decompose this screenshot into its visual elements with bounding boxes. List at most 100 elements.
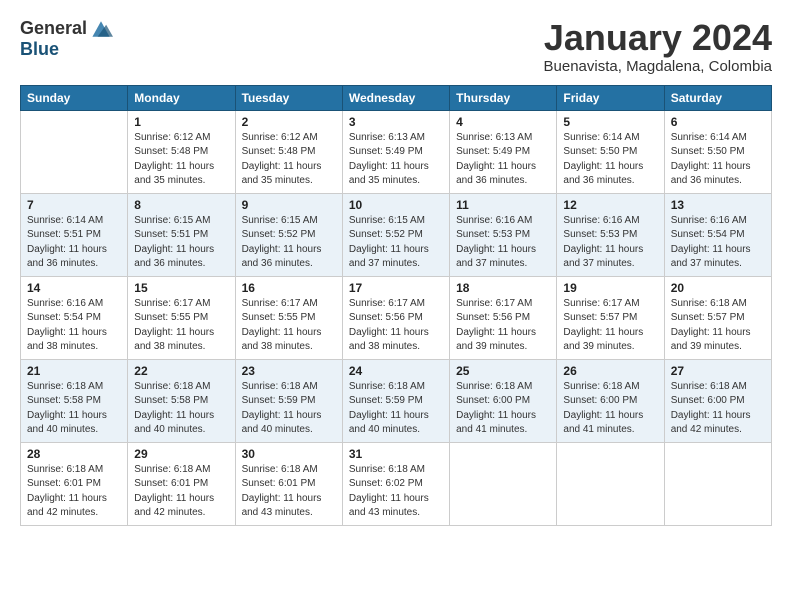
- table-row: 19 Sunrise: 6:17 AM Sunset: 5:57 PM Dayli…: [557, 276, 664, 359]
- day-info: Sunrise: 6:18 AM Sunset: 6:01 PM Dayligh…: [242, 463, 336, 521]
- table-row: 28 Sunrise: 6:18 AM Sunset: 6:01 PM Dayli…: [21, 442, 128, 525]
- location: Buenavista, Magdalena, Colombia: [544, 58, 772, 75]
- header: General Blue January 2024 Buenavista, Ma…: [20, 18, 772, 75]
- day-number: 3: [349, 115, 443, 129]
- day-info: Sunrise: 6:16 AM Sunset: 5:54 PM Dayligh…: [27, 297, 121, 355]
- week-row-2: 7Sunrise: 6:14 AM Sunset: 5:51 PM Daylig…: [21, 193, 772, 276]
- day-number: 15: [134, 281, 228, 295]
- table-row: 11Sunrise: 6:16 AM Sunset: 5:53 PM Dayli…: [450, 193, 557, 276]
- day-info: Sunrise: 6:18 AM Sunset: 6:02 PM Dayligh…: [349, 463, 443, 521]
- logo: General Blue: [20, 18, 113, 60]
- day-info: Sunrise: 6:15 AM Sunset: 5:52 PM Dayligh…: [242, 214, 336, 272]
- day-number: 28: [27, 447, 121, 461]
- day-number: 27: [671, 364, 765, 378]
- day-number: 26: [563, 364, 657, 378]
- page: General Blue January 2024 Buenavista, Ma…: [0, 0, 792, 538]
- table-row: 23Sunrise: 6:18 AM Sunset: 5:59 PM Dayli…: [235, 359, 342, 442]
- day-number: 18: [456, 281, 550, 295]
- table-row: 18 Sunrise: 6:17 AM Sunset: 5:56 PM Dayli…: [450, 276, 557, 359]
- table-row: 3 Sunrise: 6:13 AM Sunset: 5:49 PM Daylig…: [342, 110, 449, 193]
- table-row: 16Sunrise: 6:17 AM Sunset: 5:55 PM Dayli…: [235, 276, 342, 359]
- day-info: Sunrise: 6:17 AM Sunset: 5:55 PM Dayligh…: [134, 297, 228, 355]
- day-number: 25: [456, 364, 550, 378]
- col-tuesday: Tuesday: [235, 85, 342, 110]
- table-row: 21Sunrise: 6:18 AM Sunset: 5:58 PM Dayli…: [21, 359, 128, 442]
- day-number: 5: [563, 115, 657, 129]
- day-info: Sunrise: 6:18 AM Sunset: 6:01 PM Dayligh…: [27, 463, 121, 521]
- day-info: Sunrise: 6:13 AM Sunset: 5:49 PM Dayligh…: [349, 131, 443, 189]
- day-info: Sunrise: 6:14 AM Sunset: 5:50 PM Dayligh…: [671, 131, 765, 189]
- table-row: 30Sunrise: 6:18 AM Sunset: 6:01 PM Dayli…: [235, 442, 342, 525]
- day-info: Sunrise: 6:18 AM Sunset: 6:00 PM Dayligh…: [456, 380, 550, 438]
- day-info: Sunrise: 6:16 AM Sunset: 5:53 PM Dayligh…: [456, 214, 550, 272]
- col-friday: Friday: [557, 85, 664, 110]
- day-number: 8: [134, 198, 228, 212]
- day-info: Sunrise: 6:17 AM Sunset: 5:57 PM Dayligh…: [563, 297, 657, 355]
- day-info: Sunrise: 6:18 AM Sunset: 5:59 PM Dayligh…: [349, 380, 443, 438]
- week-row-5: 28 Sunrise: 6:18 AM Sunset: 6:01 PM Dayli…: [21, 442, 772, 525]
- day-number: 10: [349, 198, 443, 212]
- table-row: 26 Sunrise: 6:18 AM Sunset: 6:00 PM Dayli…: [557, 359, 664, 442]
- day-info: Sunrise: 6:12 AM Sunset: 5:48 PM Dayligh…: [134, 131, 228, 189]
- day-number: 14: [27, 281, 121, 295]
- day-number: 13: [671, 198, 765, 212]
- day-info: Sunrise: 6:18 AM Sunset: 5:57 PM Dayligh…: [671, 297, 765, 355]
- col-wednesday: Wednesday: [342, 85, 449, 110]
- day-info: Sunrise: 6:18 AM Sunset: 5:58 PM Dayligh…: [27, 380, 121, 438]
- logo-blue: Blue: [20, 39, 59, 60]
- table-row: 8 Sunrise: 6:15 AM Sunset: 5:51 PM Daylig…: [128, 193, 235, 276]
- day-info: Sunrise: 6:18 AM Sunset: 6:01 PM Dayligh…: [134, 463, 228, 521]
- calendar-table: Sunday Monday Tuesday Wednesday Thursday…: [20, 85, 772, 526]
- day-info: Sunrise: 6:15 AM Sunset: 5:51 PM Dayligh…: [134, 214, 228, 272]
- day-number: 24: [349, 364, 443, 378]
- title-block: January 2024 Buenavista, Magdalena, Colo…: [544, 18, 772, 75]
- day-info: Sunrise: 6:17 AM Sunset: 5:56 PM Dayligh…: [456, 297, 550, 355]
- table-row: 31 Sunrise: 6:18 AM Sunset: 6:02 PM Dayli…: [342, 442, 449, 525]
- week-row-1: 1 Sunrise: 6:12 AM Sunset: 5:48 PM Daylig…: [21, 110, 772, 193]
- week-row-4: 21Sunrise: 6:18 AM Sunset: 5:58 PM Dayli…: [21, 359, 772, 442]
- day-number: 31: [349, 447, 443, 461]
- day-number: 9: [242, 198, 336, 212]
- day-info: Sunrise: 6:17 AM Sunset: 5:55 PM Dayligh…: [242, 297, 336, 355]
- day-info: Sunrise: 6:14 AM Sunset: 5:51 PM Dayligh…: [27, 214, 121, 272]
- table-row: [664, 442, 771, 525]
- table-row: 10 Sunrise: 6:15 AM Sunset: 5:52 PM Dayli…: [342, 193, 449, 276]
- table-row: 29 Sunrise: 6:18 AM Sunset: 6:01 PM Dayli…: [128, 442, 235, 525]
- table-row: [450, 442, 557, 525]
- day-number: 20: [671, 281, 765, 295]
- table-row: 1 Sunrise: 6:12 AM Sunset: 5:48 PM Daylig…: [128, 110, 235, 193]
- day-number: 12: [563, 198, 657, 212]
- logo-icon: [89, 19, 113, 39]
- table-row: [21, 110, 128, 193]
- table-row: 9 Sunrise: 6:15 AM Sunset: 5:52 PM Daylig…: [235, 193, 342, 276]
- day-info: Sunrise: 6:16 AM Sunset: 5:54 PM Dayligh…: [671, 214, 765, 272]
- day-number: 23: [242, 364, 336, 378]
- day-number: 6: [671, 115, 765, 129]
- day-info: Sunrise: 6:18 AM Sunset: 5:58 PM Dayligh…: [134, 380, 228, 438]
- day-number: 19: [563, 281, 657, 295]
- day-info: Sunrise: 6:12 AM Sunset: 5:48 PM Dayligh…: [242, 131, 336, 189]
- month-title: January 2024: [544, 18, 772, 58]
- day-info: Sunrise: 6:13 AM Sunset: 5:49 PM Dayligh…: [456, 131, 550, 189]
- table-row: 5 Sunrise: 6:14 AM Sunset: 5:50 PM Daylig…: [557, 110, 664, 193]
- day-number: 29: [134, 447, 228, 461]
- logo-general: General: [20, 18, 87, 39]
- day-info: Sunrise: 6:14 AM Sunset: 5:50 PM Dayligh…: [563, 131, 657, 189]
- table-row: 24 Sunrise: 6:18 AM Sunset: 5:59 PM Dayli…: [342, 359, 449, 442]
- day-number: 2: [242, 115, 336, 129]
- table-row: 25 Sunrise: 6:18 AM Sunset: 6:00 PM Dayli…: [450, 359, 557, 442]
- day-number: 17: [349, 281, 443, 295]
- col-monday: Monday: [128, 85, 235, 110]
- table-row: 13 Sunrise: 6:16 AM Sunset: 5:54 PM Dayli…: [664, 193, 771, 276]
- day-info: Sunrise: 6:15 AM Sunset: 5:52 PM Dayligh…: [349, 214, 443, 272]
- table-row: 2 Sunrise: 6:12 AM Sunset: 5:48 PM Daylig…: [235, 110, 342, 193]
- table-row: 7Sunrise: 6:14 AM Sunset: 5:51 PM Daylig…: [21, 193, 128, 276]
- day-info: Sunrise: 6:18 AM Sunset: 6:00 PM Dayligh…: [563, 380, 657, 438]
- table-row: 15 Sunrise: 6:17 AM Sunset: 5:55 PM Dayli…: [128, 276, 235, 359]
- table-row: 6 Sunrise: 6:14 AM Sunset: 5:50 PM Daylig…: [664, 110, 771, 193]
- day-number: 1: [134, 115, 228, 129]
- day-info: Sunrise: 6:18 AM Sunset: 6:00 PM Dayligh…: [671, 380, 765, 438]
- col-saturday: Saturday: [664, 85, 771, 110]
- col-sunday: Sunday: [21, 85, 128, 110]
- table-row: 17Sunrise: 6:17 AM Sunset: 5:56 PM Dayli…: [342, 276, 449, 359]
